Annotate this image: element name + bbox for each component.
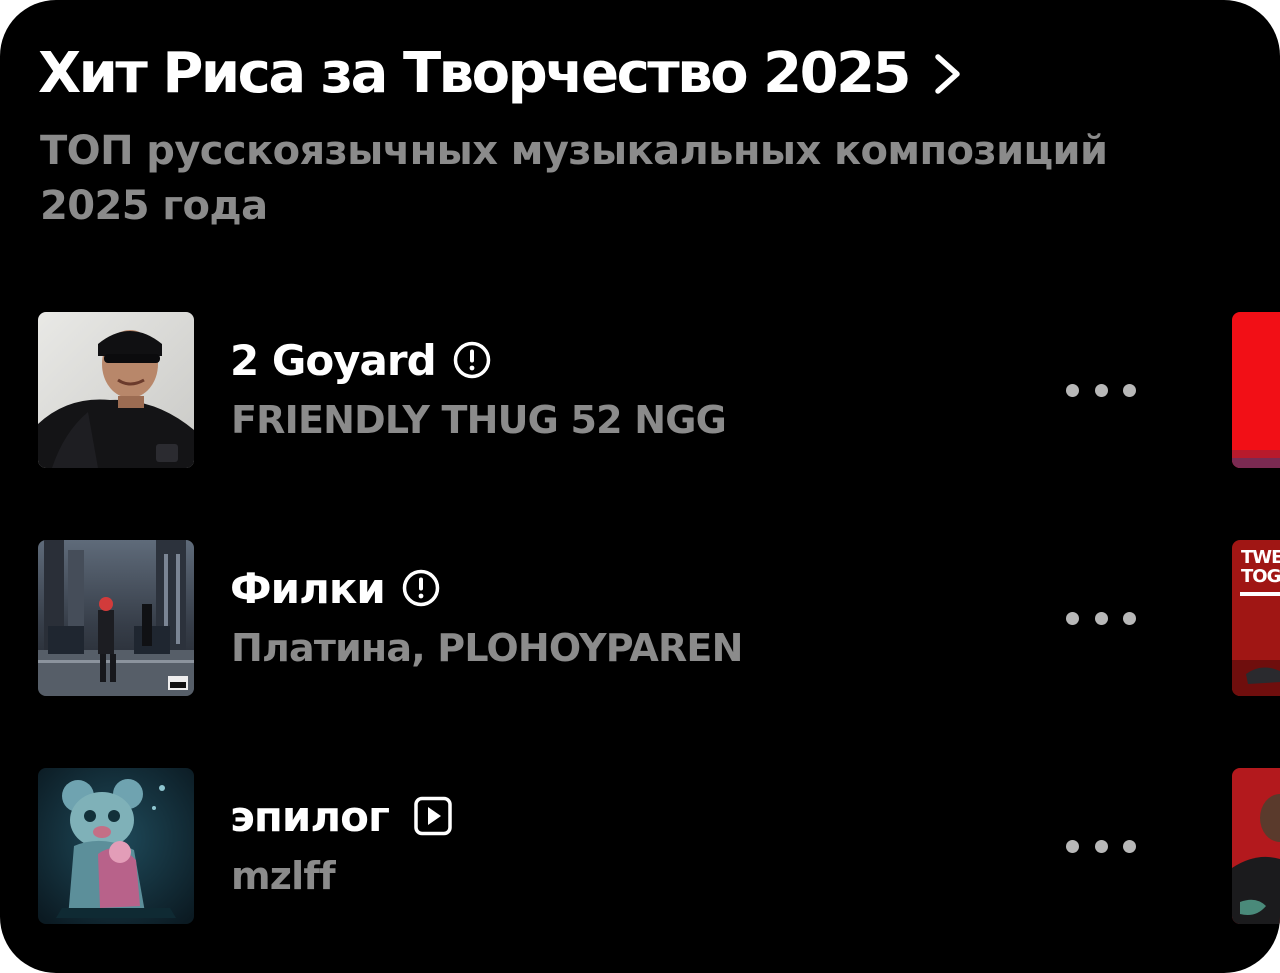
track-row[interactable]: эпилог mzlff — [38, 768, 1138, 924]
more-dot — [1094, 611, 1108, 625]
more-dots-icon[interactable] — [1066, 600, 1136, 636]
more-dot — [1066, 611, 1079, 625]
track-artist[interactable]: mzlff — [231, 854, 336, 898]
track-title-row: Филки — [230, 562, 441, 614]
album-cover[interactable] — [38, 540, 194, 696]
video-clip-icon — [413, 796, 453, 836]
more-dots-icon[interactable] — [1066, 372, 1136, 408]
track-title-row: эпилог — [230, 790, 453, 842]
playlist-card: Хит Риса за Творчество 2025 ТОП русскояз… — [0, 0, 1280, 973]
explicit-icon — [452, 340, 492, 380]
track-title[interactable]: эпилог — [230, 792, 390, 841]
more-dot — [1123, 383, 1136, 397]
track-title-row: 2 Goyard — [230, 334, 492, 386]
playlist-title[interactable]: Хит Риса за Творчество 2025 — [38, 46, 912, 102]
track-artist[interactable]: Платина, PLOHOYPAREN — [231, 626, 743, 670]
more-dot — [1094, 839, 1108, 853]
next-column-cover[interactable] — [1232, 312, 1280, 468]
more-dots-icon[interactable] — [1066, 828, 1136, 864]
track-row[interactable]: 2 Goyard FRIENDLY THUG 52 NGG — [38, 312, 1138, 468]
track-row[interactable]: Филки Платина, PLOHOYPAREN — [38, 540, 1138, 696]
next-column-cover[interactable]: TWEA TOGE — [1232, 540, 1280, 696]
more-dot — [1066, 383, 1079, 397]
more-dot — [1094, 383, 1108, 397]
track-artist[interactable]: FRIENDLY THUG 52 NGG — [231, 398, 727, 442]
playlist-description: ТОП русскоязычных музыкальных композиций… — [40, 128, 1108, 229]
more-dot — [1123, 611, 1136, 625]
next-cover-text: TWEA TOGE — [1241, 547, 1280, 587]
track-title[interactable]: Филки — [230, 564, 386, 613]
album-cover[interactable] — [38, 768, 194, 924]
chevron-right-icon[interactable] — [931, 50, 965, 98]
track-title[interactable]: 2 Goyard — [230, 336, 437, 385]
next-column-cover[interactable] — [1232, 768, 1280, 924]
album-cover[interactable] — [38, 312, 194, 468]
more-dot — [1123, 839, 1136, 853]
more-dot — [1066, 839, 1079, 853]
playlist-header-link[interactable]: Хит Риса за Творчество 2025 — [38, 34, 965, 114]
explicit-icon — [401, 568, 441, 608]
